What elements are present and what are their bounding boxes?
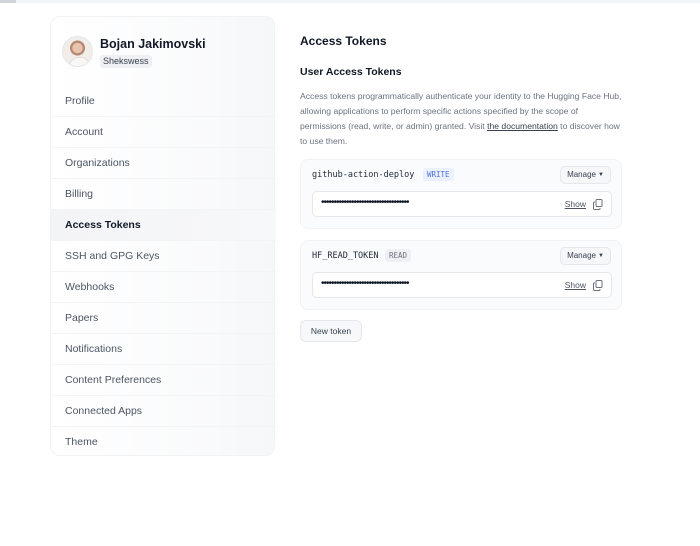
sidebar-item-connected-apps[interactable]: Connected Apps — [51, 396, 276, 427]
avatar[interactable] — [62, 36, 93, 67]
section-title: User Access Tokens — [300, 66, 402, 78]
sidebar-item-notifications[interactable]: Notifications — [51, 334, 276, 365]
profile-name: Bojan Jakimovski — [100, 37, 206, 51]
token-masked-value: ••••••••••••••••••••••••••••••••••• — [321, 278, 410, 289]
manage-button[interactable]: Manage ▼ — [560, 166, 611, 184]
chevron-down-icon: ▼ — [597, 253, 604, 259]
main-content: Access Tokens User Access Tokens Access … — [300, 0, 622, 546]
sidebar-item-access-tokens[interactable]: Access Tokens — [51, 210, 276, 241]
sidebar-item-webhooks[interactable]: Webhooks — [51, 272, 276, 303]
token-masked-value: ••••••••••••••••••••••••••••••••••• — [321, 197, 410, 208]
token-value-field[interactable]: ••••••••••••••••••••••••••••••••••• Show — [312, 272, 612, 298]
permission-badge: WRITE — [423, 168, 454, 181]
sidebar-item-organizations[interactable]: Organizations — [51, 148, 276, 179]
token-value-field[interactable]: ••••••••••••••••••••••••••••••••••• Show — [312, 191, 612, 217]
settings-nav: Profile Account Organizations Billing Ac… — [51, 86, 276, 458]
token-name: HF_READ_TOKEN — [312, 251, 379, 261]
settings-sidebar: Bojan Jakimovski Shekswess Profile Accou… — [50, 16, 276, 458]
top-border-accent — [0, 0, 16, 3]
sidebar-item-ssh-gpg-keys[interactable]: SSH and GPG Keys — [51, 241, 276, 272]
description: Access tokens programmatically authentic… — [300, 89, 622, 149]
show-token-button[interactable]: Show — [565, 199, 586, 209]
sidebar-item-billing[interactable]: Billing — [51, 179, 276, 210]
manage-label: Manage — [567, 170, 596, 179]
user-profile[interactable]: Bojan Jakimovski Shekswess — [62, 35, 262, 69]
sidebar-item-content-preferences[interactable]: Content Preferences — [51, 365, 276, 396]
token-card: github-action-deploy WRITE Manage ▼ •••••… — [300, 159, 622, 229]
sidebar-item-account[interactable]: Account — [51, 117, 276, 148]
page-title: Access Tokens — [300, 34, 387, 48]
copy-icon[interactable] — [593, 280, 603, 291]
manage-label: Manage — [567, 251, 596, 260]
profile-handle: Shekswess — [100, 55, 152, 68]
documentation-link[interactable]: the documentation — [487, 121, 558, 131]
chevron-down-icon: ▼ — [597, 172, 604, 178]
copy-icon[interactable] — [593, 199, 603, 210]
token-name: github-action-deploy — [312, 170, 415, 180]
sidebar-item-theme[interactable]: Theme — [51, 427, 276, 458]
new-token-button[interactable]: New token — [300, 320, 362, 342]
permission-badge: READ — [385, 249, 412, 262]
sidebar-item-profile[interactable]: Profile — [51, 86, 276, 117]
show-token-button[interactable]: Show — [565, 280, 586, 290]
manage-button[interactable]: Manage ▼ — [560, 247, 611, 265]
sidebar-item-papers[interactable]: Papers — [51, 303, 276, 334]
token-card: HF_READ_TOKEN READ Manage ▼ •••••••••••••… — [300, 240, 622, 310]
